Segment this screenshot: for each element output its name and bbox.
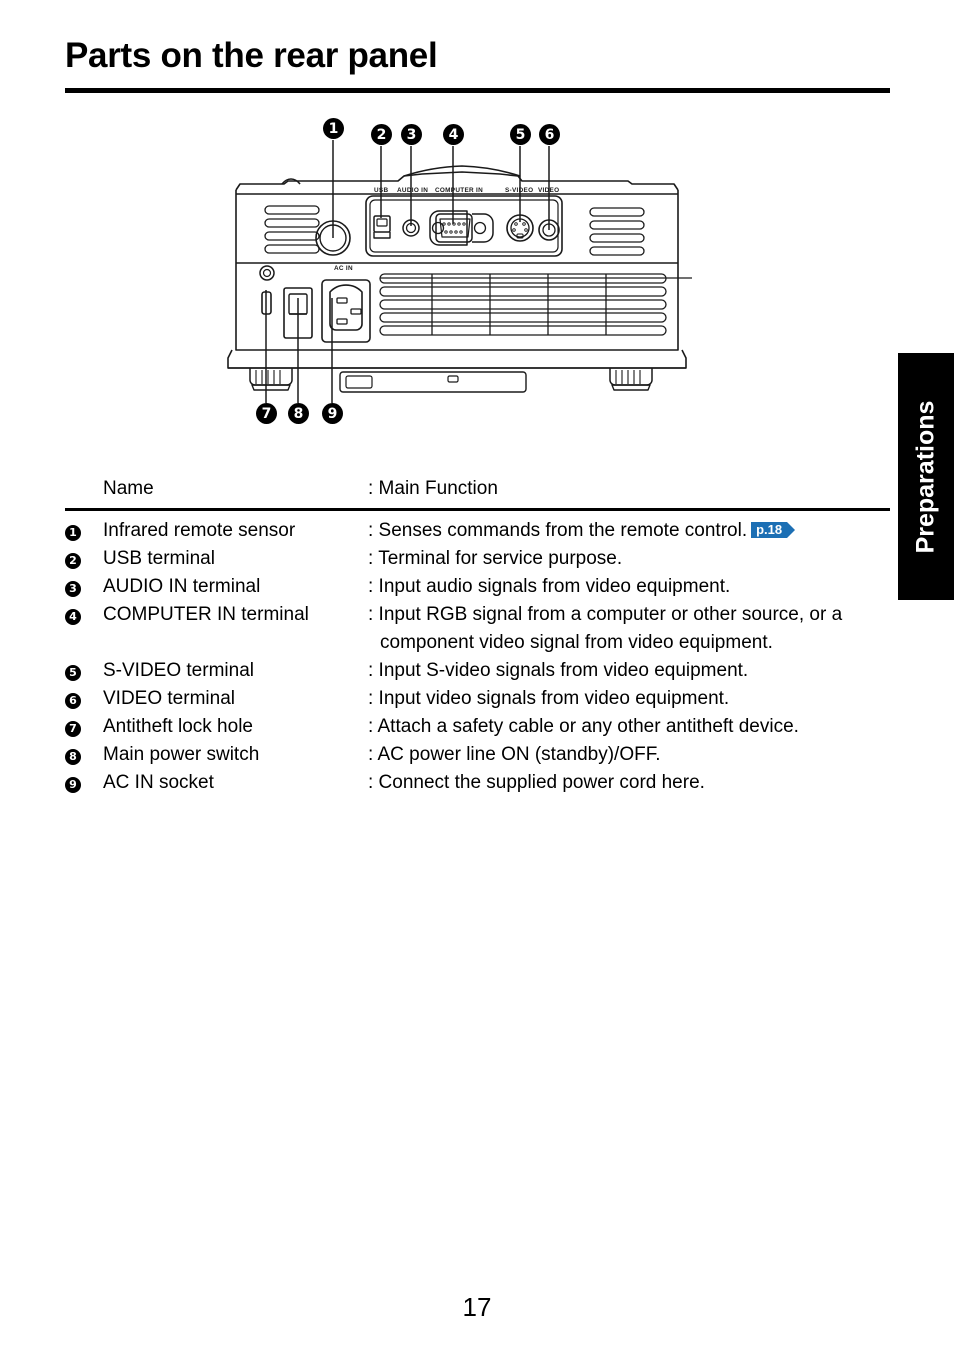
section-tab-label: Preparations (911, 400, 940, 553)
row-name-9: AC IN socket (103, 772, 214, 793)
row-function-4-line1: : Input RGB signal from a computer or ot… (368, 604, 843, 625)
rear-panel-diagram: 1 2 3 4 5 6 7 8 9 USB AUDIO IN COMPUTER … (222, 118, 692, 438)
table-row: 2 USB terminal : Terminal for service pu… (65, 545, 893, 573)
row-badge-4: 4 (65, 608, 81, 625)
row-badge-3: 3 (65, 580, 81, 597)
row-function-4-line2: component video signal from video equipm… (380, 632, 773, 653)
row-name-6: VIDEO terminal (103, 688, 235, 709)
page-title: Parts on the rear panel (65, 36, 438, 75)
row-function-2: : Terminal for service purpose. (368, 548, 623, 569)
row-number-cell: 9 (65, 769, 103, 793)
column-header-function: : Main Function (368, 478, 498, 499)
row-badge-8: 8 (65, 748, 81, 765)
row-badge-7: 7 (65, 720, 81, 737)
row-function-3: : Input audio signals from video equipme… (368, 576, 731, 597)
document-page: Parts on the rear panel 1 2 3 4 5 6 7 8 … (0, 0, 954, 1352)
parts-table: Name : Main Function 1 Infrared remote s… (65, 478, 893, 793)
row-name-1: Infrared remote sensor (103, 520, 296, 541)
row-badge-2: 2 (65, 552, 81, 569)
table-row: 4 COMPUTER IN terminal : Input RGB signa… (65, 601, 893, 657)
row-name-8: Main power switch (103, 744, 260, 765)
row-name-3: AUDIO IN terminal (103, 576, 261, 597)
table-row: 1 Infrared remote sensor : Senses comman… (65, 517, 893, 545)
table-row: 9 AC IN socket : Connect the supplied po… (65, 769, 893, 797)
row-name-4: COMPUTER IN terminal (103, 604, 309, 625)
row-function-text-1: : Senses commands from the remote contro… (368, 520, 748, 541)
label-video: VIDEO (538, 187, 559, 194)
row-number-cell: 5 (65, 657, 103, 681)
row-number-cell: 4 (65, 601, 103, 625)
page-reference-badge[interactable]: p.18 (751, 522, 796, 538)
callout-4: 4 (443, 124, 464, 145)
projector-line-art: USB AUDIO IN COMPUTER IN S-VIDEO VIDEO A… (227, 140, 692, 403)
table-body: 1 Infrared remote sensor : Senses comman… (65, 517, 893, 797)
row-badge-1: 1 (65, 524, 81, 541)
callout-3: 3 (401, 124, 422, 145)
row-function-1: : Senses commands from the remote contro… (368, 517, 893, 545)
callout-6: 6 (539, 124, 560, 145)
page-number: 17 (462, 1292, 492, 1322)
callout-9: 9 (322, 403, 343, 424)
row-badge-6: 6 (65, 692, 81, 709)
row-function-4: : Input RGB signal from a computer or ot… (368, 601, 893, 657)
header-rule (65, 508, 890, 511)
row-number-cell: 6 (65, 685, 103, 709)
table-row: 8 Main power switch : AC power line ON (… (65, 741, 893, 769)
row-name-2: USB terminal (103, 548, 215, 569)
callout-1: 1 (323, 118, 344, 139)
table-row: 7 Antitheft lock hole : Attach a safety … (65, 713, 893, 741)
row-function-5: : Input S-video signals from video equip… (368, 660, 749, 681)
label-usb: USB (374, 187, 388, 194)
callout-2: 2 (371, 124, 392, 145)
row-name-5: S-VIDEO terminal (103, 660, 254, 681)
row-function-8: : AC power line ON (standby)/OFF. (368, 744, 661, 765)
callout-8: 8 (288, 403, 309, 424)
column-header-name: Name (103, 478, 154, 499)
row-name-7: Antitheft lock hole (103, 716, 253, 737)
row-number-cell: 2 (65, 545, 103, 569)
callout-7: 7 (256, 403, 277, 424)
label-audio-in: AUDIO IN (397, 187, 428, 194)
table-row: 5 S-VIDEO terminal : Input S-video signa… (65, 657, 893, 685)
row-number-cell: 3 (65, 573, 103, 597)
row-number-cell: 7 (65, 713, 103, 737)
callout-5: 5 (510, 124, 531, 145)
table-header: Name : Main Function (65, 478, 893, 511)
row-function-9: : Connect the supplied power cord here. (368, 772, 705, 793)
row-number-cell: 1 (65, 517, 103, 541)
row-function-7: : Attach a safety cable or any other ant… (368, 716, 799, 737)
row-badge-5: 5 (65, 664, 81, 681)
table-row: 3 AUDIO IN terminal : Input audio signal… (65, 573, 893, 601)
title-rule (65, 88, 890, 93)
row-badge-9: 9 (65, 776, 81, 793)
label-s-video: S-VIDEO (505, 187, 533, 194)
table-row: 6 VIDEO terminal : Input video signals f… (65, 685, 893, 713)
section-tab-preparations: Preparations (898, 353, 954, 600)
label-ac-in: AC IN (334, 265, 353, 272)
label-computer-in: COMPUTER IN (435, 187, 483, 194)
row-number-cell: 8 (65, 741, 103, 765)
row-function-6: : Input video signals from video equipme… (368, 688, 730, 709)
